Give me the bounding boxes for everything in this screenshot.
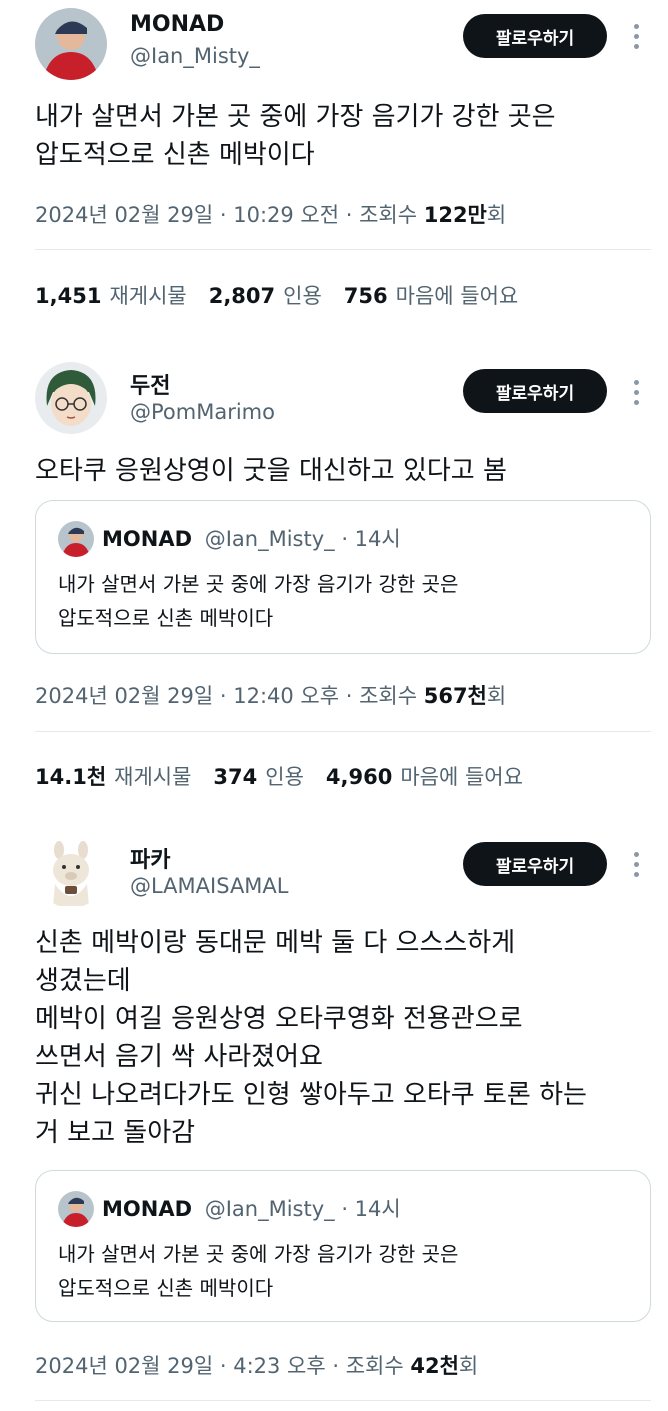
user-handle[interactable]: @PomMarimo xyxy=(130,400,275,424)
timestamp[interactable]: 2024년 02월 29일 · 4:23 오후 · 조회수 xyxy=(35,1354,410,1378)
quoted-tweet[interactable]: MONAD @Ian_Misty_ · 14시 내가 살면서 가본 곳 중에 가… xyxy=(35,1170,651,1322)
quoted-text: 내가 살면서 가본 곳 중에 가장 음기가 강한 곳은 압도적으로 신촌 메박이… xyxy=(58,1242,459,1300)
view-count: 122만 xyxy=(423,203,487,227)
display-name[interactable]: 파카 xyxy=(130,842,170,874)
quoted-text: 내가 살면서 가본 곳 중에 가장 음기가 강한 곳은 압도적으로 신촌 메박이… xyxy=(58,572,459,630)
engagement-stats: 1,451 재게시물 2,807 인용 756 마음에 들어요 xyxy=(35,280,518,310)
divider xyxy=(35,1400,651,1401)
user-avatar-icon xyxy=(35,8,107,80)
quoted-time: · 14시 xyxy=(341,1197,401,1221)
follow-button[interactable]: 팔로우하기 xyxy=(463,369,607,413)
more-options-icon[interactable] xyxy=(626,850,646,880)
avatar[interactable] xyxy=(35,836,107,908)
llama-avatar-icon xyxy=(35,836,107,908)
user-avatar-icon xyxy=(58,521,94,557)
avatar[interactable] xyxy=(35,362,107,434)
follow-button[interactable]: 팔로우하기 xyxy=(463,842,607,886)
quoted-time: · 14시 xyxy=(341,527,401,551)
quoted-header: MONAD @Ian_Misty_ · 14시 xyxy=(102,1193,401,1223)
quoted-header: MONAD @Ian_Misty_ · 14시 xyxy=(102,523,401,553)
likes-stat[interactable]: 756 마음에 들어요 xyxy=(344,280,518,310)
user-handle[interactable]: @Ian_Misty_ xyxy=(130,44,260,68)
more-options-icon[interactable] xyxy=(626,22,646,52)
avatar[interactable] xyxy=(35,8,107,80)
user-avatar-icon xyxy=(35,362,107,434)
tweet-text: 내가 살면서 가본 곳 중에 가장 음기가 강한 곳은 압도적으로 신촌 메박이… xyxy=(35,102,556,170)
tweet-meta: 2024년 02월 29일 · 12:40 오후 · 조회수 567천회 xyxy=(35,680,506,710)
more-options-icon[interactable] xyxy=(626,378,646,408)
quoted-handle: @Ian_Misty_ xyxy=(204,1197,335,1221)
likes-stat[interactable]: 4,960 마음에 들어요 xyxy=(326,761,523,791)
user-handle[interactable]: @LAMAISAMAL xyxy=(130,874,289,898)
follow-button[interactable]: 팔로우하기 xyxy=(463,14,607,58)
tweet-text: 오타쿠 응원상영이 굿을 대신하고 있다고 봄 xyxy=(35,456,507,486)
quotes-stat[interactable]: 2,807 인용 xyxy=(209,280,322,310)
display-name[interactable]: MONAD xyxy=(130,12,224,37)
quotes-stat[interactable]: 374 인용 xyxy=(213,761,303,791)
timestamp[interactable]: 2024년 02월 29일 · 12:40 오후 · 조회수 xyxy=(35,684,424,708)
divider xyxy=(35,249,651,250)
tweet-text: 신촌 메박이랑 동대문 메박 둘 다 으스스하게 생겼는데 메박이 여길 응원상… xyxy=(35,928,587,1148)
reposts-stat[interactable]: 1,451 재게시물 xyxy=(35,280,187,310)
view-suffix: 회 xyxy=(486,684,507,708)
quoted-tweet[interactable]: MONAD @Ian_Misty_ · 14시 내가 살면서 가본 곳 중에 가… xyxy=(35,500,651,654)
view-count: 567천 xyxy=(423,684,487,708)
view-suffix: 회 xyxy=(458,1354,479,1378)
reposts-stat[interactable]: 14.1천 재게시물 xyxy=(35,761,191,791)
view-count: 42천 xyxy=(410,1354,459,1378)
quoted-handle: @Ian_Misty_ xyxy=(204,527,335,551)
quoted-name: MONAD xyxy=(102,1197,193,1221)
tweet-meta: 2024년 02월 29일 · 4:23 오후 · 조회수 42천회 xyxy=(35,1350,478,1380)
quoted-avatar xyxy=(58,1191,94,1227)
view-suffix: 회 xyxy=(486,203,507,227)
tweet-meta: 2024년 02월 29일 · 10:29 오전 · 조회수 122만회 xyxy=(35,199,506,229)
display-name[interactable]: 두전 xyxy=(130,368,170,400)
engagement-stats: 14.1천 재게시물 374 인용 4,960 마음에 들어요 xyxy=(35,761,523,791)
quoted-name: MONAD xyxy=(102,527,193,551)
user-avatar-icon xyxy=(58,1191,94,1227)
divider xyxy=(35,731,651,732)
quoted-avatar xyxy=(58,521,94,557)
timestamp[interactable]: 2024년 02월 29일 · 10:29 오전 · 조회수 xyxy=(35,203,424,227)
